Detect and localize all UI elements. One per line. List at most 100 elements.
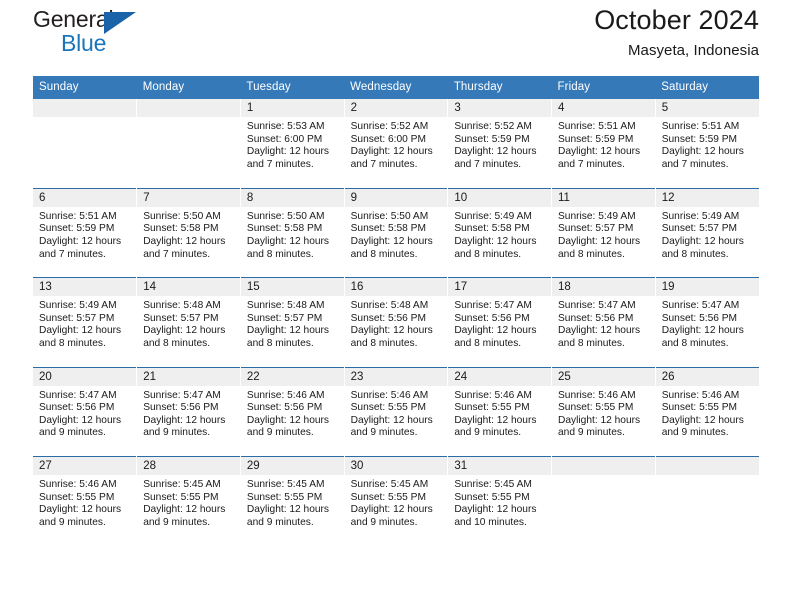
daylight-duration: Daylight: 12 hours and 8 minutes. (661, 325, 744, 350)
calendar-header-row: Sunday Monday Tuesday Wednesday Thursday… (33, 76, 759, 99)
calendar-day-cell[interactable]: 22 Sunrise: 5:46 AM Sunset: 5:56 PM Dayligh… (240, 366, 345, 457)
day-number: 29 (240, 457, 344, 476)
sunset-time: Sunset: 5:56 PM (350, 312, 426, 324)
sunset-time: Sunset: 5:56 PM (661, 312, 738, 324)
sunrise-time: Sunrise: 5:50 AM (350, 210, 429, 222)
calendar-day-cell[interactable]: 21 Sunrise: 5:47 AM Sunset: 5:56 PM Dayligh… (136, 366, 241, 457)
calendar-day-cell[interactable]: 31 Sunrise: 5:45 AM Sunset: 5:55 PM Dayligh… (447, 456, 553, 546)
calendar-day-cell[interactable]: 1 Sunrise: 5:53 AM Sunset: 6:00 PM Daylight… (240, 99, 345, 189)
day-details: Sunrise: 5:53 AM Sunset: 6:00 PM Daylight:… (241, 117, 344, 171)
calendar-day-cell[interactable]: 20 Sunrise: 5:47 AM Sunset: 5:56 PM Dayligh… (33, 366, 138, 457)
calendar-day-cell[interactable]: 2 Sunrise: 5:52 AM Sunset: 6:00 PM Daylight… (344, 99, 449, 189)
day-number (655, 457, 759, 476)
calendar-day-cell-empty (33, 99, 138, 189)
day-number (552, 457, 655, 476)
calendar-day-cell[interactable]: 18 Sunrise: 5:47 AM Sunset: 5:56 PM Dayligh… (551, 277, 656, 368)
title-block: October 2024 Masyeta, Indonesia (594, 4, 759, 62)
sunset-time: Sunset: 5:58 PM (454, 223, 530, 235)
sunset-time: Sunset: 5:55 PM (661, 402, 738, 414)
calendar-day-cell[interactable]: 11 Sunrise: 5:49 AM Sunset: 5:57 PM Dayligh… (551, 187, 656, 278)
sunrise-time: Sunrise: 5:49 AM (661, 210, 740, 222)
day-details: Sunrise: 5:48 AM Sunset: 5:57 PM Daylight:… (241, 296, 344, 350)
daylight-duration: Daylight: 12 hours and 8 minutes. (143, 325, 226, 350)
generalblue-logo[interactable]: General Blue (33, 6, 163, 60)
day-details: Sunrise: 5:50 AM Sunset: 5:58 PM Daylight:… (241, 207, 344, 261)
calendar-day-cell[interactable]: 15 Sunrise: 5:48 AM Sunset: 5:57 PM Dayligh… (240, 277, 345, 368)
day-number: 27 (33, 457, 137, 476)
calendar-day-cell[interactable]: 25 Sunrise: 5:46 AM Sunset: 5:55 PM Dayligh… (551, 366, 656, 457)
calendar-page: General Blue October 2024 Masyeta, Indon… (0, 0, 792, 612)
day-number: 23 (344, 367, 448, 386)
daylight-duration: Daylight: 12 hours and 9 minutes. (350, 504, 433, 528)
weekday-header-wednesday: Wednesday (344, 76, 448, 99)
day-details: Sunrise: 5:45 AM Sunset: 5:55 PM Daylight:… (448, 475, 551, 529)
calendar-day-cell[interactable]: 23 Sunrise: 5:46 AM Sunset: 5:55 PM Dayligh… (344, 366, 449, 457)
calendar-day-cell[interactable]: 3 Sunrise: 5:52 AM Sunset: 5:59 PM Daylight… (447, 99, 553, 189)
weekday-header-friday: Friday (551, 76, 656, 99)
calendar-day-cell[interactable]: 16 Sunrise: 5:48 AM Sunset: 5:56 PM Dayligh… (344, 277, 449, 368)
calendar-day-cell[interactable]: 24 Sunrise: 5:46 AM Sunset: 5:55 PM Dayligh… (447, 366, 553, 457)
day-number: 3 (448, 99, 552, 117)
calendar-day-cell[interactable]: 14 Sunrise: 5:48 AM Sunset: 5:57 PM Dayligh… (136, 277, 241, 368)
daylight-duration: Daylight: 12 hours and 9 minutes. (246, 414, 330, 439)
daylight-duration: Daylight: 12 hours and 8 minutes. (558, 325, 641, 350)
calendar-day-cell[interactable]: 19 Sunrise: 5:47 AM Sunset: 5:56 PM Dayligh… (655, 277, 759, 368)
day-details: Sunrise: 5:52 AM Sunset: 5:59 PM Daylight:… (448, 117, 551, 171)
day-details (656, 475, 759, 479)
calendar-day-cell[interactable]: 5 Sunrise: 5:51 AM Sunset: 5:59 PM Daylight… (655, 99, 759, 189)
calendar-day-cell[interactable]: 12 Sunrise: 5:49 AM Sunset: 5:57 PM Dayligh… (655, 187, 759, 278)
day-number: 8 (240, 188, 344, 207)
sunrise-time: Sunrise: 5:46 AM (246, 389, 325, 401)
daylight-duration: Daylight: 12 hours and 7 minutes. (39, 236, 122, 260)
calendar-day-cell[interactable]: 10 Sunrise: 5:49 AM Sunset: 5:58 PM Dayligh… (447, 187, 553, 278)
calendar-day-cell[interactable]: 8 Sunrise: 5:50 AM Sunset: 5:58 PM Daylight… (240, 187, 345, 278)
daylight-duration: Daylight: 12 hours and 8 minutes. (454, 236, 537, 260)
sunset-time: Sunset: 5:56 PM (246, 402, 323, 414)
sunrise-time: Sunrise: 5:49 AM (558, 210, 636, 222)
day-details (137, 117, 240, 121)
calendar-day-cell[interactable]: 27 Sunrise: 5:46 AM Sunset: 5:55 PM Dayligh… (33, 456, 138, 546)
sunset-time: Sunset: 6:00 PM (350, 133, 426, 145)
calendar-week-row: 20 Sunrise: 5:47 AM Sunset: 5:56 PM Dayligh… (33, 366, 759, 457)
calendar-day-cell[interactable]: 30 Sunrise: 5:45 AM Sunset: 5:55 PM Dayligh… (344, 456, 449, 546)
calendar-day-cell[interactable]: 29 Sunrise: 5:45 AM Sunset: 5:55 PM Dayligh… (240, 456, 345, 546)
location-subtitle: Masyeta, Indonesia (628, 42, 759, 59)
daylight-duration: Daylight: 12 hours and 8 minutes. (246, 236, 330, 260)
day-details: Sunrise: 5:45 AM Sunset: 5:55 PM Daylight:… (241, 475, 344, 529)
daylight-duration: Daylight: 12 hours and 8 minutes. (350, 325, 433, 350)
sunset-time: Sunset: 6:00 PM (246, 133, 323, 145)
sunrise-time: Sunrise: 5:48 AM (143, 300, 221, 312)
day-details: Sunrise: 5:46 AM Sunset: 5:55 PM Daylight:… (345, 386, 448, 440)
calendar-day-cell[interactable]: 28 Sunrise: 5:45 AM Sunset: 5:55 PM Dayligh… (136, 456, 241, 546)
daylight-duration: Daylight: 12 hours and 8 minutes. (454, 325, 537, 350)
calendar-day-cell[interactable]: 7 Sunrise: 5:50 AM Sunset: 5:58 PM Daylight… (136, 187, 241, 278)
logo-text-blue: Blue (61, 30, 107, 56)
day-details (33, 117, 136, 121)
day-details: Sunrise: 5:47 AM Sunset: 5:56 PM Daylight:… (552, 296, 655, 350)
sunrise-time: Sunrise: 5:51 AM (558, 121, 636, 132)
sunrise-time: Sunrise: 5:49 AM (39, 300, 117, 312)
sunrise-time: Sunrise: 5:47 AM (39, 389, 117, 401)
day-number: 22 (240, 367, 344, 386)
sunrise-time: Sunrise: 5:45 AM (454, 479, 532, 491)
sunrise-time: Sunrise: 5:47 AM (143, 389, 221, 401)
calendar-day-cell[interactable]: 13 Sunrise: 5:49 AM Sunset: 5:57 PM Dayligh… (33, 277, 138, 368)
sunset-time: Sunset: 5:59 PM (661, 133, 738, 145)
calendar-day-cell-empty (655, 456, 759, 546)
day-number: 20 (33, 367, 137, 386)
calendar-day-cell[interactable]: 6 Sunrise: 5:51 AM Sunset: 5:59 PM Daylight… (33, 187, 138, 278)
sunrise-time: Sunrise: 5:47 AM (558, 300, 636, 312)
day-number: 14 (137, 278, 240, 297)
daylight-duration: Daylight: 12 hours and 9 minutes. (558, 414, 641, 439)
daylight-duration: Daylight: 12 hours and 8 minutes. (39, 325, 122, 350)
calendar-day-cell[interactable]: 26 Sunrise: 5:46 AM Sunset: 5:55 PM Dayligh… (655, 366, 759, 457)
weekday-header-monday: Monday (136, 76, 241, 99)
day-details: Sunrise: 5:49 AM Sunset: 5:57 PM Daylight:… (656, 207, 759, 261)
daylight-duration: Daylight: 12 hours and 8 minutes. (246, 325, 330, 350)
daylight-duration: Daylight: 12 hours and 9 minutes. (143, 504, 226, 528)
daylight-duration: Daylight: 12 hours and 9 minutes. (350, 414, 433, 439)
calendar-day-cell[interactable]: 17 Sunrise: 5:47 AM Sunset: 5:56 PM Dayligh… (447, 277, 553, 368)
calendar-day-cell[interactable]: 4 Sunrise: 5:51 AM Sunset: 5:59 PM Daylight… (551, 99, 656, 189)
calendar-day-cell[interactable]: 9 Sunrise: 5:50 AM Sunset: 5:58 PM Daylight… (344, 187, 449, 278)
sunset-time: Sunset: 5:57 PM (661, 223, 738, 235)
